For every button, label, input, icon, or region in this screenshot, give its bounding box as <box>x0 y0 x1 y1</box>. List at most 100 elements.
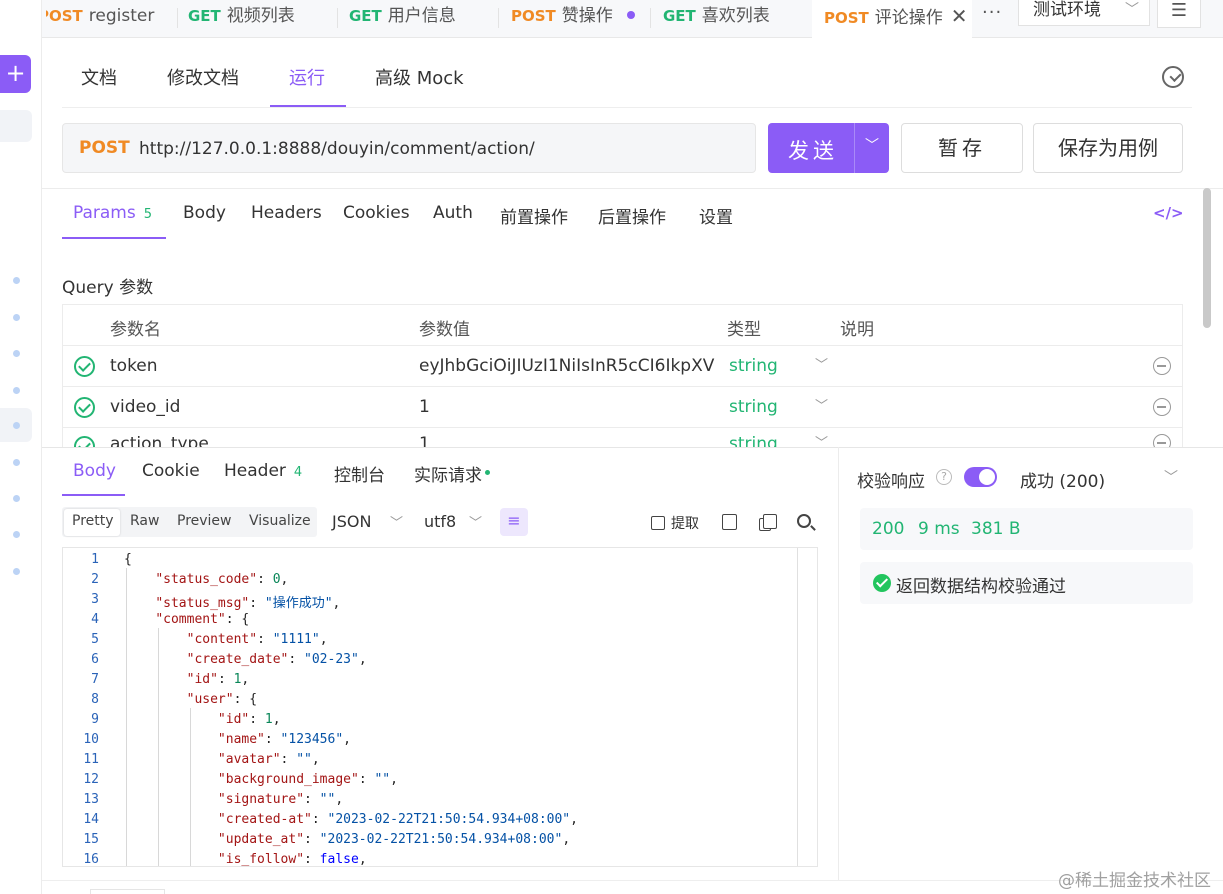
subtab-run[interactable]: 运行 <box>289 64 325 90</box>
encoding-select[interactable]: utf8 <box>424 512 456 531</box>
tab-params[interactable]: Params 5 <box>73 203 152 223</box>
remove-icon[interactable] <box>1153 398 1171 416</box>
enabled-check-icon[interactable] <box>74 436 95 447</box>
tab-settings[interactable]: 设置 <box>699 203 733 228</box>
search-icon[interactable] <box>797 514 811 528</box>
line-number: 11 <box>83 752 99 767</box>
tab-label: 用户信息 <box>387 6 456 26</box>
chevron-down-icon[interactable]: ﹀ <box>865 135 879 155</box>
tab-pre-ops[interactable]: 前置操作 <box>500 203 568 228</box>
param-name[interactable]: action_type <box>110 434 209 447</box>
remove-icon[interactable] <box>1153 357 1171 375</box>
tab-body[interactable]: Body <box>183 203 226 223</box>
enabled-check-icon[interactable] <box>74 397 95 418</box>
tab-response-cookie[interactable]: Cookie <box>142 461 200 481</box>
param-type[interactable]: string <box>729 397 778 417</box>
response-code-viewer[interactable]: 1 2 3 4 5 6 7 8 9 10 11 12 13 14 15 16 { "status_code":… <box>62 547 818 867</box>
line-number: 16 <box>83 852 99 867</box>
tab-response-body[interactable]: Body <box>73 461 116 481</box>
tab-register[interactable]: POST register <box>38 0 154 33</box>
format-visualize[interactable]: Visualize <box>249 513 311 529</box>
download-icon[interactable] <box>722 514 737 530</box>
tab-favorite-list[interactable]: GET 喜欢列表 <box>663 0 770 33</box>
chevron-down-icon[interactable]: ﹀ <box>815 354 828 373</box>
rail-dot[interactable] <box>13 568 20 575</box>
chevron-down-icon[interactable]: ﹀ <box>390 512 403 531</box>
scrollbar[interactable] <box>1203 188 1211 328</box>
line-number: 10 <box>83 732 99 747</box>
word-wrap-icon[interactable]: ≡ <box>500 508 528 536</box>
history-check-icon[interactable] <box>1162 66 1184 88</box>
copy-icon[interactable] <box>759 514 777 531</box>
table-row: video_id 1 string ﹀ <box>63 387 1182 428</box>
tab-comment-action[interactable]: POST 评论操作 ✕ <box>812 0 972 38</box>
remove-icon[interactable] <box>1153 434 1171 447</box>
rail-selected-item[interactable] <box>0 110 32 142</box>
tab-cookies[interactable]: Cookies <box>343 203 410 223</box>
more-tabs-icon[interactable]: ··· <box>982 2 1002 23</box>
url-bar[interactable]: POST http://127.0.0.1:8888/douyin/commen… <box>62 123 756 173</box>
rail-dot[interactable] <box>13 314 20 321</box>
tab-headers[interactable]: Headers <box>251 203 322 223</box>
tab-user-info[interactable]: GET 用户信息 <box>349 0 456 33</box>
rail-dot[interactable] <box>13 422 20 429</box>
rail-dot[interactable] <box>13 277 20 284</box>
param-name[interactable]: token <box>110 356 158 376</box>
tab-actual-request[interactable]: 实际请求 <box>414 461 490 486</box>
subtab-mock[interactable]: 高级 Mock <box>375 64 464 90</box>
validate-toggle[interactable] <box>964 467 997 487</box>
rail-dot[interactable] <box>13 350 20 357</box>
environment-label: 测试环境 <box>1033 0 1101 20</box>
unsaved-dot-icon <box>626 11 635 19</box>
rail-dot[interactable] <box>13 495 20 502</box>
code-line: "signature": "", <box>217 792 344 807</box>
param-type[interactable]: string <box>729 434 778 447</box>
code-line: "create_date": "02-23", <box>186 652 367 667</box>
tab-like-action[interactable]: POST 赞操作 <box>511 0 635 33</box>
help-icon[interactable]: ? <box>936 469 952 485</box>
tab-video-list[interactable]: GET 视频列表 <box>188 0 295 33</box>
chevron-down-icon[interactable]: ﹀ <box>815 395 828 414</box>
subtab-edit-docs[interactable]: 修改文档 <box>167 64 239 90</box>
params-table: 参数名 参数值 类型 说明 token eyJhbGciOiJIUzI1NiIs… <box>62 304 1183 447</box>
chevron-down-icon[interactable]: ﹀ <box>469 512 482 531</box>
format-preview[interactable]: Preview <box>177 513 232 529</box>
param-value[interactable]: eyJhbGciOiJIUzI1NiIsInR5cCI6IkpXVCJ <box>419 356 715 376</box>
method-select[interactable]: POST <box>79 138 130 158</box>
line-number: 9 <box>91 712 99 727</box>
send-button[interactable]: 发送 ﹀ <box>768 123 889 173</box>
language-select[interactable]: JSON <box>332 512 371 531</box>
extract-button[interactable]: 提取 <box>651 513 699 533</box>
rail-dot[interactable] <box>13 459 20 466</box>
save-as-case-button[interactable]: 保存为用例 <box>1033 123 1183 173</box>
tab-post-ops[interactable]: 后置操作 <box>598 203 666 228</box>
param-value[interactable]: 1 <box>419 397 430 417</box>
format-switch: Pretty Raw Preview Visualize <box>62 507 317 537</box>
environment-select[interactable]: 测试环境 ﹀ <box>1018 0 1150 26</box>
tab-console[interactable]: 控制台 <box>334 461 385 486</box>
enabled-check-icon[interactable] <box>74 356 95 377</box>
param-name[interactable]: video_id <box>110 397 180 417</box>
param-type[interactable]: string <box>729 356 778 376</box>
validate-status-select[interactable]: 成功 (200) <box>1020 467 1105 492</box>
url-input[interactable]: http://127.0.0.1:8888/douyin/comment/act… <box>139 139 535 159</box>
format-pretty[interactable]: Pretty <box>72 513 114 529</box>
subtab-docs[interactable]: 文档 <box>81 64 117 90</box>
add-icon[interactable]: + <box>0 55 31 93</box>
tab-response-header[interactable]: Header 4 <box>224 461 302 481</box>
tab-label: 视频列表 <box>226 6 295 26</box>
tab-auth[interactable]: Auth <box>433 203 473 223</box>
rail-dot[interactable] <box>13 387 20 394</box>
save-button[interactable]: 暂存 <box>901 123 1023 173</box>
code-icon[interactable]: </> <box>1153 204 1184 222</box>
close-icon[interactable]: ✕ <box>951 4 968 28</box>
code-line: "avatar": "", <box>217 752 320 767</box>
line-number: 3 <box>91 592 99 607</box>
param-value[interactable]: 1 <box>419 434 430 447</box>
chevron-down-icon[interactable]: ﹀ <box>1164 467 1178 487</box>
chevron-down-icon[interactable]: ﹀ <box>815 432 828 447</box>
rail-dot[interactable] <box>13 531 20 538</box>
menu-icon[interactable]: ☰ <box>1157 0 1201 28</box>
format-raw[interactable]: Raw <box>130 513 159 529</box>
validation-result: 返回数据结构校验通过 <box>860 562 1193 604</box>
